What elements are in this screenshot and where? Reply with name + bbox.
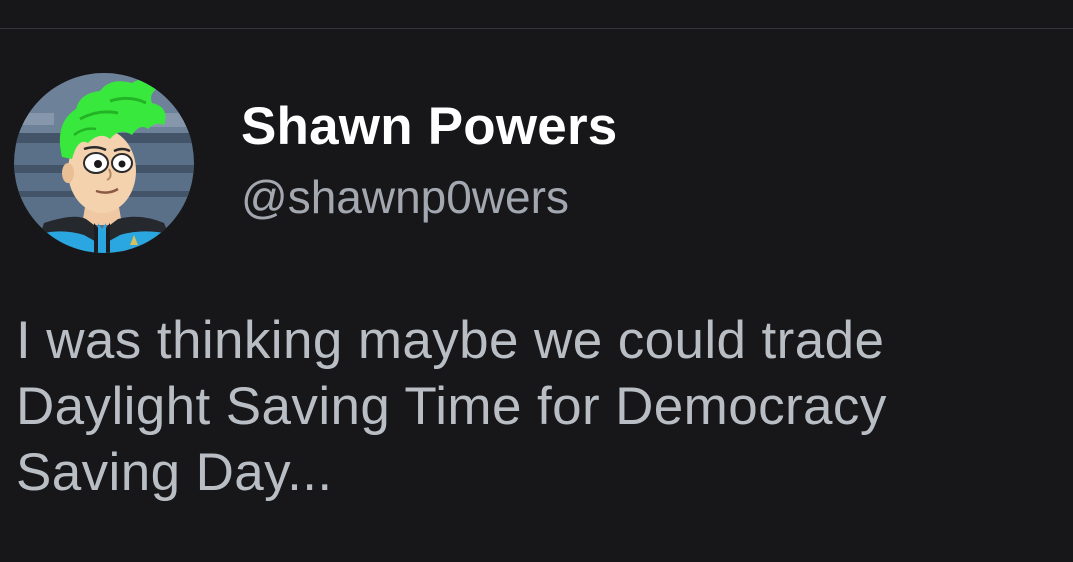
cartoon-avatar-icon [14, 73, 194, 253]
tweet-text-line: Daylight Saving Time for Democracy [16, 377, 887, 436]
tweet-text-line: Saving Day... [16, 443, 333, 502]
tweet-screen: Shawn Powers @shawnp0wers I was thinking… [0, 0, 1073, 562]
tweet-text: I was thinking maybe we could trade Dayl… [16, 308, 1066, 506]
top-divider [0, 28, 1073, 29]
author-info: Shawn Powers @shawnp0wers [241, 96, 941, 224]
tweet-text-line: I was thinking maybe we could trade [16, 311, 885, 370]
avatar[interactable] [14, 73, 194, 253]
author-display-name[interactable]: Shawn Powers [241, 96, 941, 158]
author-handle[interactable]: @shawnp0wers [241, 170, 941, 224]
